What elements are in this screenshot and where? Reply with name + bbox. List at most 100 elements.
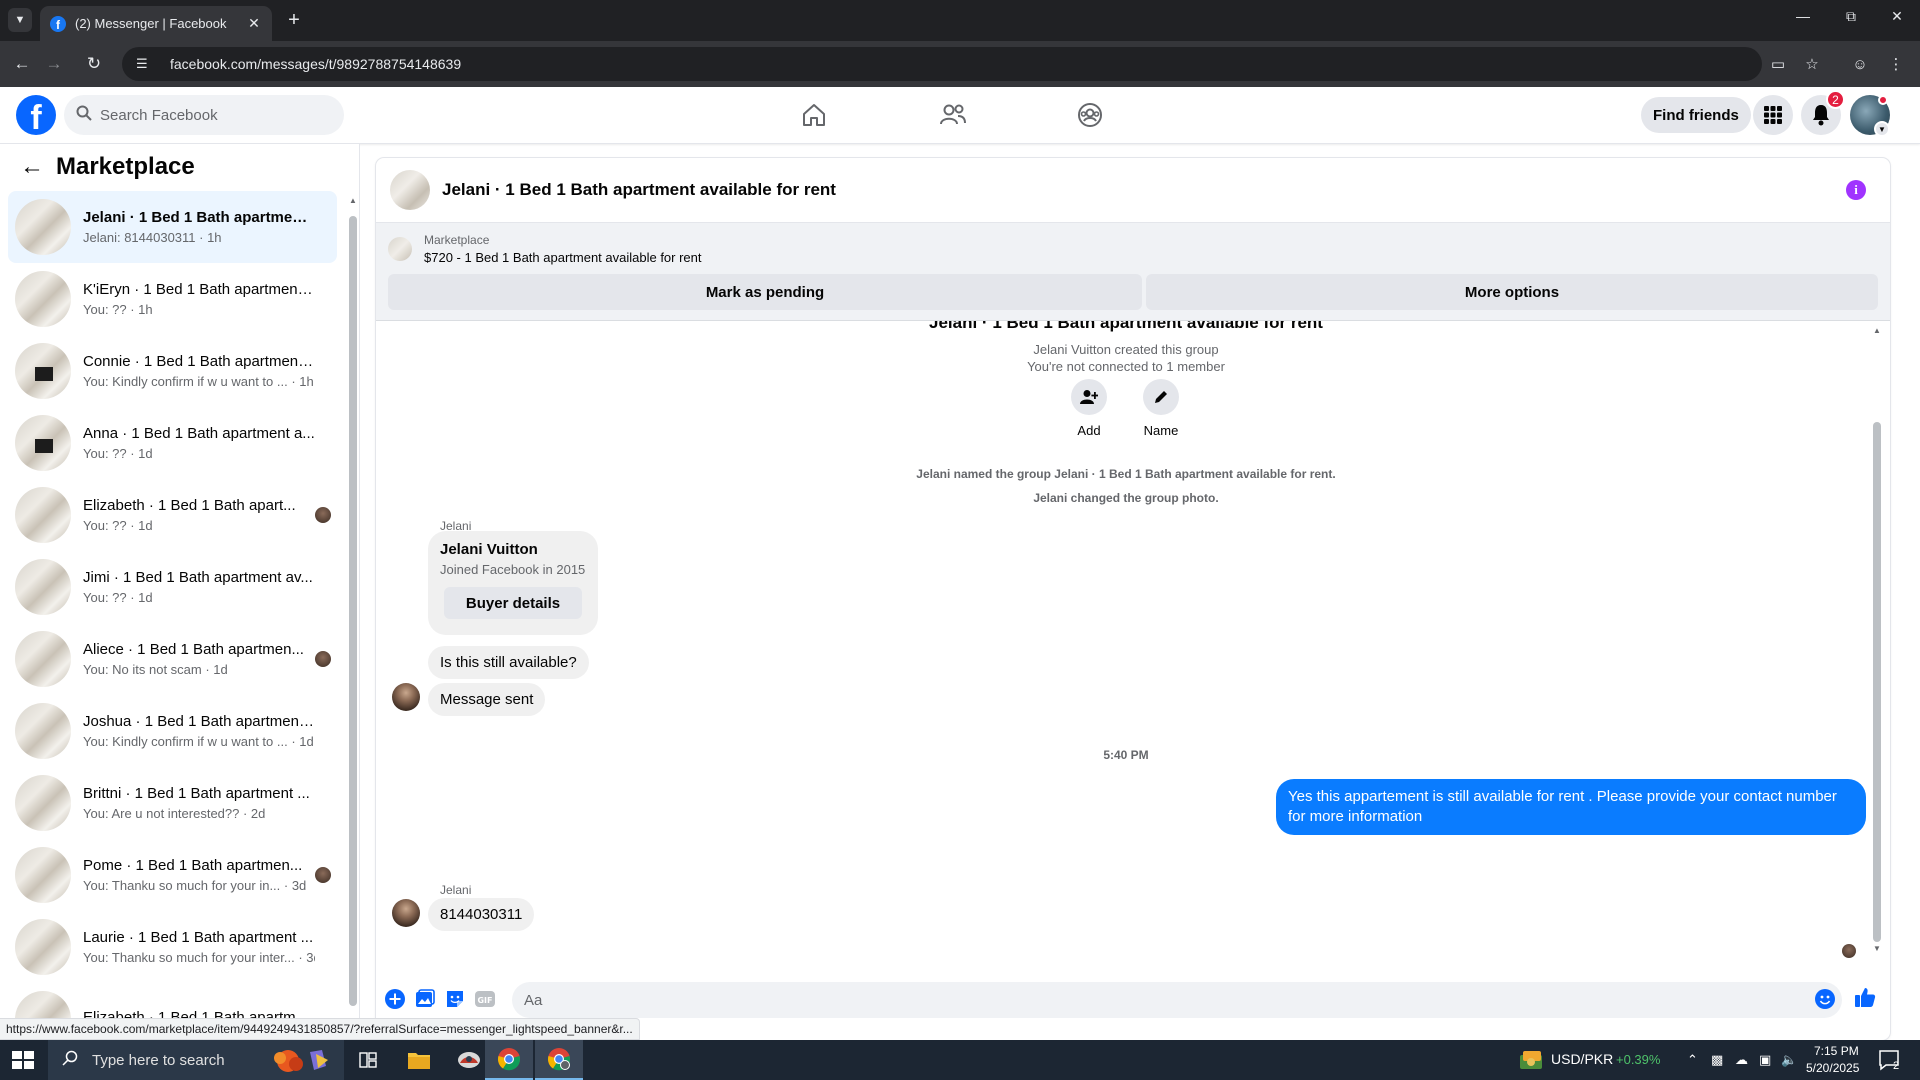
listing-thumbnail[interactable]: [388, 237, 412, 261]
pencil-icon[interactable]: [1143, 379, 1179, 415]
tab-search-chevron-icon[interactable]: ▼: [8, 8, 32, 32]
conversation-item[interactable]: Joshua · 1 Bed 1 Bath apartment ... You: …: [8, 695, 337, 767]
conversation-text: Connie · 1 Bed 1 Bath apartment ... You: …: [83, 353, 315, 389]
menu-grid-icon[interactable]: [1753, 95, 1793, 135]
chat-title[interactable]: Jelani · 1 Bed 1 Bath apartment availabl…: [442, 180, 836, 200]
sender-avatar[interactable]: [392, 899, 420, 927]
chrome-app-icon[interactable]: [485, 1040, 533, 1080]
sender-avatar[interactable]: [392, 683, 420, 711]
currency-widget-icon[interactable]: [1518, 1049, 1544, 1076]
conversation-list: Jelani · 1 Bed 1 Bath apartment a... Jela…: [8, 191, 337, 1040]
task-view-icon[interactable]: [344, 1040, 392, 1080]
conversation-item[interactable]: Aliece · 1 Bed 1 Bath apartmen... You: No…: [8, 623, 337, 695]
clock-time[interactable]: 7:15 PM: [1814, 1044, 1859, 1058]
more-options-button[interactable]: More options: [1146, 274, 1878, 310]
conversation-text: Anna · 1 Bed 1 Bath apartment a... You: ?…: [83, 425, 315, 461]
incoming-message-bubble[interactable]: 8144030311: [428, 898, 535, 931]
window-minimize-icon[interactable]: —: [1788, 8, 1818, 24]
conversation-avatar: [15, 631, 71, 687]
site-info-icon[interactable]: ☰: [136, 56, 152, 72]
taskbar-search-box[interactable]: Type here to search: [48, 1040, 344, 1080]
plus-actions-icon[interactable]: [384, 988, 406, 1010]
thumbs-up-icon[interactable]: [1854, 986, 1876, 1008]
forward-arrow-icon[interactable]: →: [42, 52, 66, 76]
back-arrow-icon[interactable]: ←: [10, 52, 34, 76]
browser-menu-icon[interactable]: ⋮: [1884, 52, 1908, 76]
incoming-message-bubble[interactable]: Is this still available?: [428, 646, 589, 679]
install-app-icon[interactable]: ▭: [1766, 52, 1790, 76]
cloud-off-icon[interactable]: ☁: [1735, 1052, 1748, 1068]
window-restore-icon[interactable]: ⧉: [1836, 8, 1866, 25]
conversation-avatar: [15, 775, 71, 831]
outgoing-message-bubble[interactable]: Yes this appartement is still available …: [1276, 779, 1866, 835]
home-icon[interactable]: [798, 99, 830, 131]
device-icon[interactable]: ▩: [1711, 1052, 1723, 1068]
conversation-preview: You: Kindly confirm if w u want to ... ·…: [83, 374, 314, 389]
conversation-text: Brittni · 1 Bed 1 Bath apartment ... You:…: [83, 785, 315, 821]
windows-start-icon[interactable]: [10, 1050, 34, 1070]
find-friends-button[interactable]: Find friends: [1641, 97, 1751, 133]
conversation-item[interactable]: Elizabeth · 1 Bed 1 Bath apart... You: ??…: [8, 479, 337, 551]
incoming-message-bubble[interactable]: Message sent: [428, 683, 546, 716]
reload-icon[interactable]: ↻: [82, 52, 106, 76]
emoji-icon[interactable]: [1814, 988, 1836, 1010]
sidebar-scrollbar[interactable]: ▲: [349, 196, 357, 1006]
conversation-item[interactable]: Jimi · 1 Bed 1 Bath apartment av... You: …: [8, 551, 337, 623]
message-thread: Jelani · 1 Bed 1 Bath apartment availabl…: [376, 321, 1876, 961]
conversation-avatar: [15, 847, 71, 903]
browser-tab-messenger[interactable]: f (2) Messenger | Facebook ✕: [40, 6, 272, 41]
listing-title[interactable]: $720 - 1 Bed 1 Bath apartment available …: [424, 250, 702, 265]
speaker-icon[interactable]: 🔈: [1781, 1052, 1797, 1068]
chat-scrollbar[interactable]: ▲ ▼: [1873, 326, 1881, 966]
attach-photo-icon[interactable]: [414, 988, 436, 1010]
mark-as-pending-button[interactable]: Mark as pending: [388, 274, 1142, 310]
chat-group-avatar[interactable]: [390, 170, 430, 210]
conversation-item[interactable]: Jelani · 1 Bed 1 Bath apartment a... Jela…: [8, 191, 337, 263]
facebook-search-box[interactable]: [64, 95, 344, 135]
currency-label[interactable]: USD/PKR: [1551, 1051, 1613, 1067]
gif-icon[interactable]: GIF: [474, 988, 496, 1010]
address-bar[interactable]: ☰ facebook.com/messages/t/98927887541486…: [122, 47, 1762, 81]
window-close-icon[interactable]: ✕: [1882, 8, 1912, 25]
chat-scroll-thumb[interactable]: [1873, 422, 1881, 942]
tab-close-icon[interactable]: ✕: [246, 15, 262, 32]
currency-change[interactable]: +0.39%: [1616, 1052, 1660, 1067]
conversation-preview: You: No its not scam · 1d: [83, 662, 228, 677]
back-arrow-icon[interactable]: ←: [20, 153, 44, 181]
scroll-up-arrow-icon[interactable]: ▲: [349, 196, 357, 205]
search-icon: [62, 1050, 78, 1070]
conversation-info-icon[interactable]: i: [1846, 180, 1866, 200]
groups-icon[interactable]: [1074, 99, 1106, 131]
sidebar-scroll-thumb[interactable]: [349, 216, 357, 1006]
profile-alert-dot: [1878, 95, 1888, 105]
add-member-action[interactable]: Add: [1059, 379, 1119, 438]
conversation-name: Laurie · 1 Bed 1 Bath apartment ...: [83, 929, 314, 946]
conversation-item[interactable]: Connie · 1 Bed 1 Bath apartment ... You: …: [8, 335, 337, 407]
conversation-item[interactable]: Laurie · 1 Bed 1 Bath apartment ... You: …: [8, 911, 337, 983]
friends-icon[interactable]: [937, 99, 969, 131]
search-input[interactable]: [100, 106, 320, 124]
clock-date[interactable]: 5/20/2025: [1806, 1061, 1859, 1075]
conversation-text: Jimi · 1 Bed 1 Bath apartment av... You: …: [83, 569, 315, 605]
network-icon[interactable]: ▣: [1759, 1052, 1771, 1068]
buyer-details-button[interactable]: Buyer details: [444, 587, 582, 619]
facebook-logo-icon[interactable]: f: [16, 95, 56, 135]
conversation-text: Elizabeth · 1 Bed 1 Bath apart... You: ??…: [83, 497, 315, 533]
chevron-up-icon[interactable]: ⌃: [1687, 1052, 1698, 1068]
chrome-profile-app-icon[interactable]: [535, 1040, 583, 1080]
add-person-icon[interactable]: [1071, 379, 1107, 415]
new-tab-plus-icon[interactable]: +: [282, 8, 306, 32]
chevron-down-icon[interactable]: ▼: [1874, 121, 1890, 137]
bookmark-star-icon[interactable]: ☆: [1800, 52, 1824, 76]
sticker-icon[interactable]: [444, 988, 466, 1010]
rename-group-action[interactable]: Name: [1131, 379, 1191, 438]
scroll-up-arrow-icon[interactable]: ▲: [1873, 326, 1881, 335]
conversation-item[interactable]: Pome · 1 Bed 1 Bath apartmen... You: Than…: [8, 839, 337, 911]
scroll-down-arrow-icon[interactable]: ▼: [1873, 944, 1881, 953]
message-input[interactable]: [512, 982, 1842, 1018]
file-explorer-icon[interactable]: [395, 1040, 443, 1080]
conversation-item[interactable]: Anna · 1 Bed 1 Bath apartment a... You: ?…: [8, 407, 337, 479]
conversation-item[interactable]: K'iEryn · 1 Bed 1 Bath apartment ... You:…: [8, 263, 337, 335]
conversation-item[interactable]: Brittni · 1 Bed 1 Bath apartment ... You:…: [8, 767, 337, 839]
browser-profile-icon[interactable]: ☺: [1848, 52, 1872, 76]
